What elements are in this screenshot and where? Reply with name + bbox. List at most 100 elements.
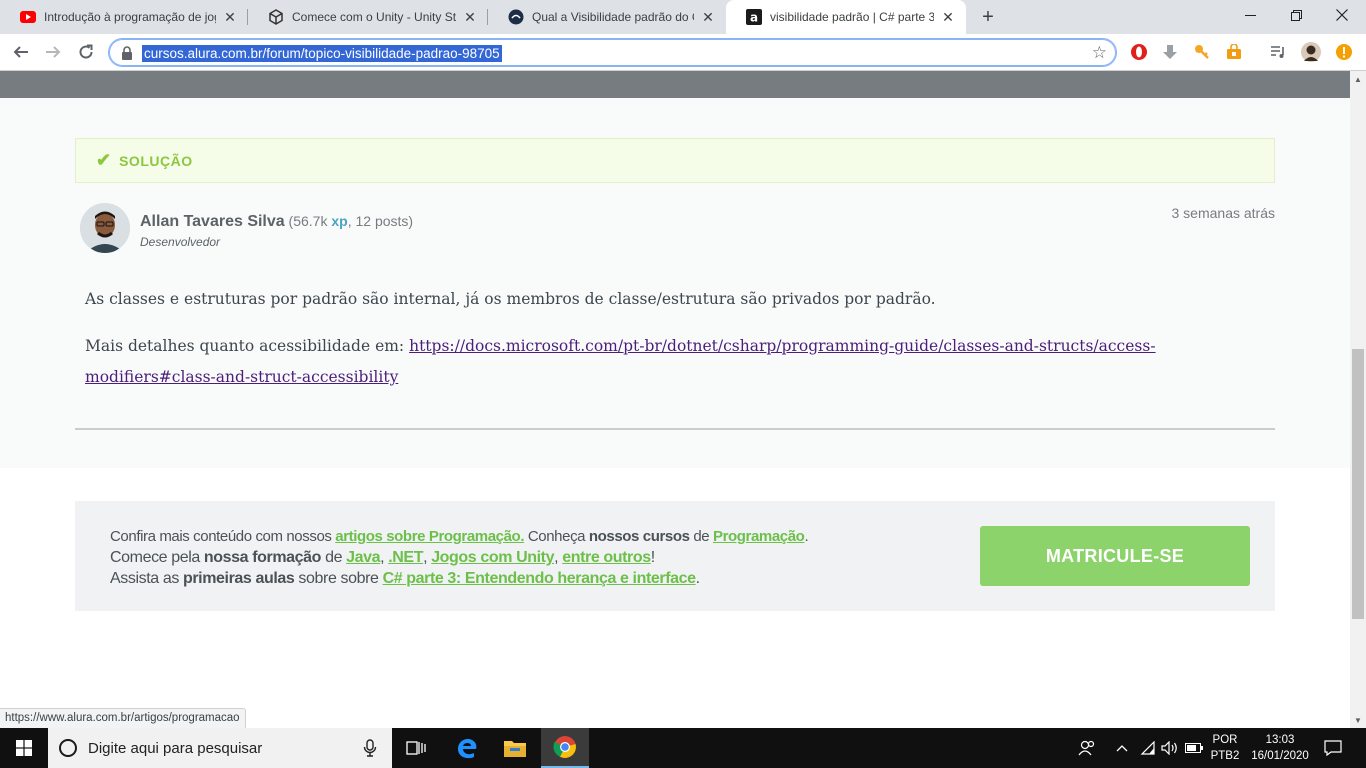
promo-text-segment: Conheça xyxy=(524,528,589,545)
author-avatar[interactable] xyxy=(80,203,130,253)
battery-icon[interactable] xyxy=(1184,728,1204,768)
cortana-icon xyxy=(59,739,77,757)
system-clock[interactable]: 13:03 16/01/2020 xyxy=(1240,732,1320,764)
opera-ext-icon[interactable] xyxy=(1129,42,1149,62)
volume-icon[interactable] xyxy=(1160,728,1180,768)
promo-text-segment: . xyxy=(695,570,700,587)
new-tab-button[interactable]: + xyxy=(976,5,1000,29)
solution-label: SOLUÇÃO xyxy=(119,152,193,169)
promo-line-2: Comece pela nossa formação de Java, .NET… xyxy=(110,549,655,566)
promo-text-segment: Assista as xyxy=(110,570,183,587)
header-bar xyxy=(0,71,1350,98)
dotnet-link[interactable]: .NET xyxy=(388,549,423,566)
notifications-icon[interactable] xyxy=(1320,728,1346,768)
task-view-button[interactable] xyxy=(392,728,440,768)
tab-visibilidade-padrao[interactable]: a visibilidade padrão | C# parte 3: E ✕ xyxy=(726,0,966,34)
reload-button[interactable] xyxy=(73,39,99,65)
close-icon[interactable]: ✕ xyxy=(940,9,956,25)
back-button[interactable] xyxy=(8,39,34,65)
people-icon[interactable] xyxy=(1075,728,1099,768)
folder-icon xyxy=(504,741,526,757)
scroll-up-arrow[interactable]: ▲ xyxy=(1350,71,1366,87)
wifi-icon[interactable] xyxy=(1138,728,1158,768)
address-bar[interactable]: cursos.alura.com.br/forum/topico-visibil… xyxy=(108,38,1117,67)
close-icon[interactable]: ✕ xyxy=(222,9,238,25)
post-divider xyxy=(75,428,1275,430)
key-ext-icon[interactable] xyxy=(1192,42,1212,62)
close-icon[interactable]: ✕ xyxy=(462,9,478,25)
close-icon[interactable]: ✕ xyxy=(700,9,716,25)
bookmark-star-icon[interactable]: ☆ xyxy=(1092,44,1107,62)
file-explorer-button[interactable] xyxy=(491,728,539,768)
browser-tab-strip: Introdução à programação de jogos ✕ Come… xyxy=(0,0,1366,34)
promo-bold-segment: nossa formação xyxy=(203,549,322,566)
bag-ext-icon[interactable] xyxy=(1224,42,1244,62)
chrome-icon xyxy=(553,736,576,758)
tab-qual-visibilidade[interactable]: Qual a Visibilidade padrão do C# ✕ xyxy=(488,0,726,34)
show-hidden-icons-chevron-icon[interactable] xyxy=(1112,728,1132,768)
link-status-url: https://www.alura.com.br/artigos/program… xyxy=(0,708,246,728)
task-view-icon xyxy=(406,741,426,755)
checkmark-icon: ✔ xyxy=(96,150,112,170)
solution-banner: ✔ SOLUÇÃO xyxy=(75,138,1275,183)
promo-line-3: Assista as primeiras aulas sobre sobre C… xyxy=(110,568,808,589)
promo-text: Confira mais conteúdo com nossos artigos… xyxy=(110,526,809,589)
clock-date: 16/01/2020 xyxy=(1251,750,1309,762)
tab-unity[interactable]: Comece com o Unity - Unity Store ✕ xyxy=(248,0,488,34)
minimize-button[interactable] xyxy=(1227,0,1273,30)
windows-icon xyxy=(16,740,32,756)
download-ext-icon[interactable] xyxy=(1160,42,1180,62)
unity-games-link[interactable]: Jogos com Unity xyxy=(431,549,554,566)
enroll-button[interactable]: MATRICULE-SE xyxy=(980,526,1250,586)
java-link[interactable]: Java xyxy=(346,549,380,566)
taskbar-search[interactable]: Digite aqui para pesquisar xyxy=(48,728,392,768)
promo-text-segment: Comece pela xyxy=(110,549,204,566)
author-line: Allan Tavares Silva (56.7k xp, 12 posts) xyxy=(140,213,413,231)
tab-title: Comece com o Unity - Unity Store xyxy=(292,10,456,24)
keyboard-layout: PTB2 xyxy=(1210,750,1240,762)
language-indicator[interactable]: POR PTB2 xyxy=(1208,732,1242,764)
start-button[interactable] xyxy=(0,728,48,768)
scroll-thumb[interactable] xyxy=(1352,349,1364,619)
programming-link[interactable]: Programação xyxy=(713,528,805,545)
svg-text:a: a xyxy=(750,11,758,25)
post-timestamp: 3 semanas atrás xyxy=(1171,205,1276,221)
promo-text-segment: de xyxy=(689,528,713,545)
author-name[interactable]: Allan Tavares Silva xyxy=(140,213,285,230)
post-paragraph-1: As classes e estruturas por padrão são i… xyxy=(85,290,936,308)
microphone-icon[interactable] xyxy=(360,738,380,758)
profile-avatar[interactable] xyxy=(1301,42,1321,62)
chrome-taskbar-button[interactable] xyxy=(541,728,589,768)
tab-introducao[interactable]: Introdução à programação de jogos ✕ xyxy=(0,0,248,34)
tab-title: visibilidade padrão | C# parte 3: E xyxy=(770,10,934,24)
page-scrollbar[interactable]: ▲ ▼ xyxy=(1350,71,1366,728)
url-text[interactable]: cursos.alura.com.br/forum/topico-visibil… xyxy=(142,45,502,62)
forward-button[interactable] xyxy=(40,39,66,65)
promo-text-segment: Confira mais conteúdo com nossos xyxy=(110,528,336,545)
tab-title: Introdução à programação de jogos xyxy=(44,10,216,24)
clock-time: 13:03 xyxy=(1265,734,1295,746)
lock-icon xyxy=(122,46,132,60)
search-placeholder: Digite aqui para pesquisar xyxy=(88,739,263,757)
restore-button[interactable] xyxy=(1273,0,1319,30)
tab-title: Qual a Visibilidade padrão do C# xyxy=(532,10,694,24)
media-control-icon[interactable] xyxy=(1268,42,1288,62)
course-link[interactable]: C# parte 3: Entendendo herança e interfa… xyxy=(383,570,696,587)
articles-link[interactable]: artigos sobre Programação. xyxy=(335,528,524,545)
close-window-button[interactable] xyxy=(1319,0,1365,30)
unity-icon xyxy=(268,9,284,25)
promo-text-segment: . xyxy=(804,528,809,545)
others-link[interactable]: entre outros xyxy=(562,549,651,566)
promo-text-segment: sobre sobre xyxy=(294,570,383,587)
promo-text-segment: ! xyxy=(650,549,655,566)
update-alert-icon[interactable] xyxy=(1334,42,1354,62)
edge-taskbar-button[interactable] xyxy=(443,728,491,768)
edge-icon xyxy=(458,739,477,759)
promo-bold-segment: nossos cursos xyxy=(588,528,690,545)
post-paragraph-2: Mais detalhes quanto acessibilidade em: … xyxy=(85,331,1275,393)
youtube-icon xyxy=(20,9,36,25)
scroll-down-arrow[interactable]: ▼ xyxy=(1350,712,1366,728)
promo-box: Confira mais conteúdo com nossos artigos… xyxy=(75,501,1275,611)
page-viewport: ✔ SOLUÇÃO Allan Tavares Silva (56.7k xp,… xyxy=(0,71,1350,728)
promo-text-segment: de xyxy=(321,549,347,566)
